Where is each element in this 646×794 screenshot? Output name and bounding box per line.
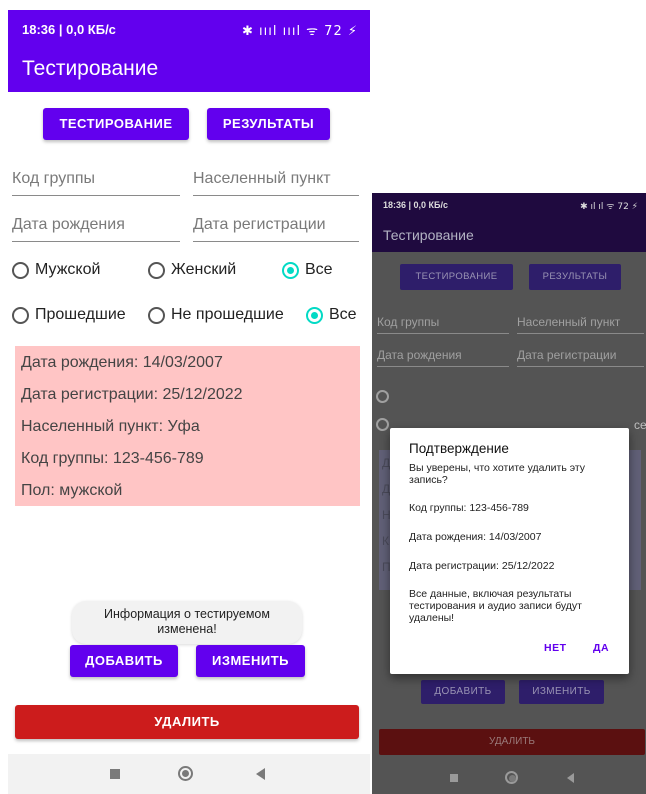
dialog-no-button[interactable]: НЕТ — [544, 642, 567, 654]
phone-screen-dialog: 18:36 | 0,0 КБ/с ✱ ıl ıl ᯤ 72 ⚡ Тестиров… — [372, 193, 646, 794]
edit-button[interactable]: ИЗМЕНИТЬ — [196, 645, 305, 677]
dialog-registration-date: Дата регистрации: 25/12/2022 — [409, 560, 555, 572]
radio-male[interactable]: Мужской — [12, 261, 100, 279]
radio-label: Прошедшие — [35, 306, 126, 323]
recents-icon[interactable] — [450, 774, 458, 782]
radio-label: Все — [329, 306, 357, 323]
radio-pass-all[interactable]: Все — [306, 306, 357, 324]
app-title: Тестирование — [383, 227, 474, 243]
dimmed-background[interactable]: ТЕСТИРОВАНИЕ РЕЗУЛЬТАТЫ Код группы Насел… — [372, 252, 646, 794]
status-bar: 18:36 | 0,0 КБ/с ✱ ıl ıl ᯤ 72 ⚡ — [372, 193, 646, 219]
radio-checked-icon — [282, 261, 299, 279]
registration-date-input: Дата регистрации — [517, 348, 644, 367]
radio-unchecked-icon — [376, 418, 389, 431]
radio-checked-icon — [306, 306, 323, 324]
birth-date-input[interactable]: Дата рождения — [12, 216, 180, 242]
home-icon[interactable] — [505, 771, 518, 784]
toast-line: Информация о тестируемом — [104, 607, 270, 621]
radio-label-partial: се — [634, 418, 646, 432]
birth-date-input: Дата рождения — [377, 348, 509, 367]
testing-button: ТЕСТИРОВАНИЕ — [400, 264, 513, 290]
toast-message: Информация о тестируемом изменена! — [72, 601, 302, 644]
app-title: Тестирование — [22, 57, 159, 80]
group-code-input: Код группы — [377, 315, 509, 334]
radio-label: Женский — [171, 261, 237, 278]
dialog-warning-line: тестирования и аудио записи будут — [409, 600, 582, 612]
back-icon[interactable] — [256, 768, 265, 780]
radio-female[interactable]: Женский — [148, 261, 236, 279]
radio-label: Все — [305, 261, 333, 278]
radio-label: Не прошедшие — [171, 306, 284, 323]
status-icons: ✱ ıl ıl ᯤ 72 ⚡ — [580, 202, 638, 212]
confirm-delete-dialog: Подтверждение Вы уверены, что хотите уда… — [390, 428, 629, 674]
radio-unchecked-icon — [148, 261, 165, 279]
radio-label: Мужской — [35, 261, 101, 278]
recents-icon[interactable] — [110, 769, 120, 779]
add-button[interactable]: ДОБАВИТЬ — [70, 645, 178, 677]
radio-gender-all[interactable]: Все — [282, 261, 333, 279]
delete-button[interactable]: УДАЛИТЬ — [15, 705, 359, 739]
status-time: 18:36 | 0,0 КБ/с — [383, 200, 449, 210]
home-icon[interactable] — [178, 766, 193, 781]
results-button: РЕЗУЛЬТАТЫ — [529, 264, 621, 290]
testing-button[interactable]: ТЕСТИРОВАНИЕ — [43, 108, 189, 140]
navigation-bar — [8, 754, 370, 794]
status-time: 18:36 | 0,0 КБ/с — [22, 22, 116, 37]
back-icon[interactable] — [567, 773, 574, 783]
radio-passed[interactable]: Прошедшие — [12, 306, 126, 324]
navigation-bar — [372, 762, 646, 794]
record-locality: Населенный пункт: Уфа — [21, 418, 200, 435]
dialog-warning-line: удалены! — [409, 612, 455, 624]
record-line-partial: К — [382, 534, 389, 548]
dialog-question: Вы уверены, что хотите удалить эту запис… — [409, 462, 615, 486]
dialog-yes-button[interactable]: ДА — [593, 642, 609, 654]
status-bar: 18:36 | 0,0 КБ/с ✱ ıııl ıııl ᯤ 72 ⚡ — [8, 10, 370, 50]
phone-screen-main: 18:36 | 0,0 КБ/с ✱ ıııl ıııl ᯤ 72 ⚡ Тест… — [0, 0, 370, 794]
record-registration-date: Дата регистрации: 25/12/2022 — [21, 386, 243, 403]
radio-unchecked-icon — [376, 390, 389, 403]
toast-line: изменена! — [157, 622, 217, 636]
record-group-code: Код группы: 123-456-789 — [21, 450, 204, 467]
radio-not-passed[interactable]: Не прошедшие — [148, 306, 284, 324]
record-birth-date: Дата рождения: 14/03/2007 — [21, 354, 223, 371]
app-bar: Тестирование — [372, 219, 646, 252]
app-bar: Тестирование — [8, 50, 370, 92]
registration-date-input[interactable]: Дата регистрации — [193, 216, 359, 242]
record-line-partial: Д — [382, 482, 391, 496]
record-line-partial: Д — [382, 456, 391, 470]
results-button[interactable]: РЕЗУЛЬТАТЫ — [207, 108, 330, 140]
record-card[interactable]: Дата рождения: 14/03/2007 Дата регистрац… — [15, 346, 360, 506]
radio-unchecked-icon — [148, 306, 165, 324]
dialog-group-code: Код группы: 123-456-789 — [409, 502, 529, 514]
locality-input[interactable]: Населенный пункт — [193, 170, 359, 196]
edit-button: ИЗМЕНИТЬ — [519, 680, 604, 704]
dialog-warning: Все данные, включая результаты тестирова… — [409, 588, 615, 624]
add-button: ДОБАВИТЬ — [421, 680, 505, 704]
dialog-question-line: запись? — [409, 474, 448, 486]
dialog-warning-line: Все данные, включая результаты — [409, 588, 572, 600]
group-code-input[interactable]: Код группы — [12, 170, 180, 196]
radio-unchecked-icon — [12, 261, 29, 279]
delete-button: УДАЛИТЬ — [379, 729, 645, 755]
status-icons: ✱ ıııl ıııl ᯤ 72 ⚡ — [242, 24, 358, 39]
dialog-title: Подтверждение — [409, 441, 509, 456]
locality-input: Населенный пункт — [517, 315, 644, 334]
dialog-birth-date: Дата рождения: 14/03/2007 — [409, 531, 542, 543]
dialog-question-line: Вы уверены, что хотите удалить эту — [409, 462, 586, 474]
record-gender: Пол: мужской — [21, 482, 123, 499]
radio-unchecked-icon — [12, 306, 29, 324]
